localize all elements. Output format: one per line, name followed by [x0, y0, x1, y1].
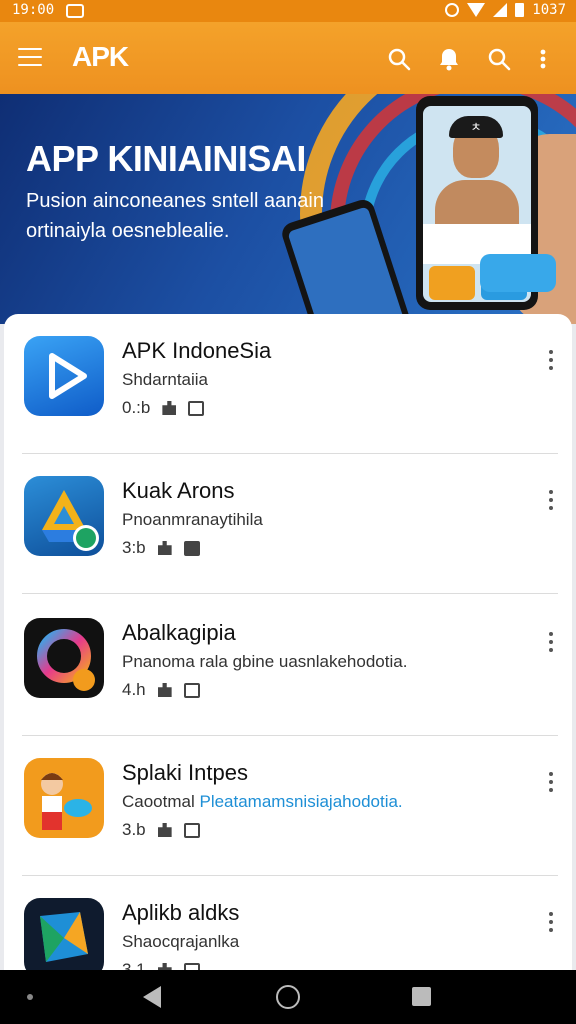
signal-icon — [493, 3, 508, 17]
app-name: APK IndoneSia — [122, 338, 272, 363]
search-icon-secondary[interactable] — [486, 46, 512, 72]
notification-app-icon — [66, 4, 84, 18]
app-meta: 3:b — [122, 538, 200, 558]
navigation-bar — [0, 970, 576, 1024]
app-meta: 3.b — [122, 820, 200, 840]
app-list-item[interactable]: APK IndoneSia Shdarntaiia 0.:b — [4, 314, 572, 454]
more-vert-icon[interactable] — [538, 46, 548, 72]
rating-icon — [157, 683, 172, 697]
hero-banner[interactable]: APP KINIAINISAI Pusion ainconeanes sntel… — [0, 94, 576, 324]
device-icon — [188, 400, 205, 416]
home-icon[interactable] — [276, 985, 300, 1009]
alarm-icon — [445, 3, 460, 17]
checkbox-icon — [183, 822, 200, 838]
app-description: Shaocqrajanlka — [122, 932, 240, 951]
app-description: Pnoanmranaytihila — [122, 510, 263, 529]
kid-cartoon-icon — [24, 758, 104, 838]
chat-bubble-icon — [480, 254, 556, 292]
more-vert-icon[interactable] — [548, 490, 554, 512]
app-description: Caootmal Pleatamamsnisiajahodotia. — [122, 792, 403, 811]
app-description: Pnanoma rala gbine uasnlakehodotia. — [122, 652, 408, 671]
app-name: Abalkagipia — [122, 620, 236, 645]
image-icon — [183, 540, 200, 556]
hero-title: APP KINIAINISAI — [26, 138, 306, 179]
app-list-item[interactable]: Abalkagipia Pnanoma rala gbine uasnlakeh… — [4, 596, 572, 736]
app-description-link[interactable]: Pleatamamsnisiajahodotia. — [199, 792, 402, 811]
menu-icon[interactable] — [18, 48, 42, 68]
p-letter-icon — [24, 618, 104, 698]
app-name: Aplikb aldks — [122, 900, 240, 925]
app-size: 3:b — [122, 538, 146, 557]
app-logo[interactable]: APK — [72, 41, 129, 73]
back-icon[interactable] — [143, 986, 161, 1008]
cap-logo: ㅊ — [449, 116, 503, 138]
device-icon — [183, 682, 200, 698]
app-list-item[interactable]: Splaki Intpes Caootmal Pleatamamsnisiaja… — [4, 736, 572, 876]
rating-icon — [157, 541, 172, 555]
rating-icon — [157, 823, 172, 837]
app-bar: APK — [0, 22, 576, 94]
app-size: 0.:b — [122, 398, 151, 417]
app-description: Shdarntaiia — [122, 370, 209, 389]
more-vert-icon[interactable] — [548, 772, 554, 794]
play-store-icon — [24, 898, 104, 974]
more-vert-icon[interactable] — [548, 912, 554, 934]
status-icons: 1037 — [445, 2, 566, 18]
status-bar: 19:00 1037 — [0, 0, 576, 22]
battery-level: 1037 — [532, 2, 566, 18]
more-vert-icon[interactable] — [548, 632, 554, 654]
app-meta: 0.:b — [122, 398, 205, 418]
recents-icon[interactable] — [412, 987, 431, 1006]
battery-icon — [515, 3, 525, 17]
app-meta: 4.h — [122, 680, 200, 700]
drive-icon — [24, 476, 104, 556]
bell-icon[interactable] — [436, 46, 462, 72]
rating-icon — [162, 401, 177, 415]
app-list-item[interactable]: Kuak Arons Pnoanmranaytihila 3:b — [4, 454, 572, 594]
app-size: 4.h — [122, 680, 146, 699]
app-list: APK IndoneSia Shdarntaiia 0.:b Kuak Aron… — [4, 314, 572, 974]
nav-dot-icon — [27, 994, 33, 1000]
more-vert-icon[interactable] — [548, 350, 554, 372]
status-time: 19:00 — [12, 2, 55, 18]
app-name: Splaki Intpes — [122, 760, 248, 785]
search-icon[interactable] — [386, 46, 412, 72]
divider — [22, 593, 558, 594]
play-icon — [24, 336, 104, 416]
app-size: 3.b — [122, 820, 146, 839]
app-name: Kuak Arons — [122, 478, 235, 503]
wifi-icon — [467, 3, 486, 17]
app-list-item[interactable]: Aplikb aldks Shaocqrajanlka 3.1 — [4, 876, 572, 974]
